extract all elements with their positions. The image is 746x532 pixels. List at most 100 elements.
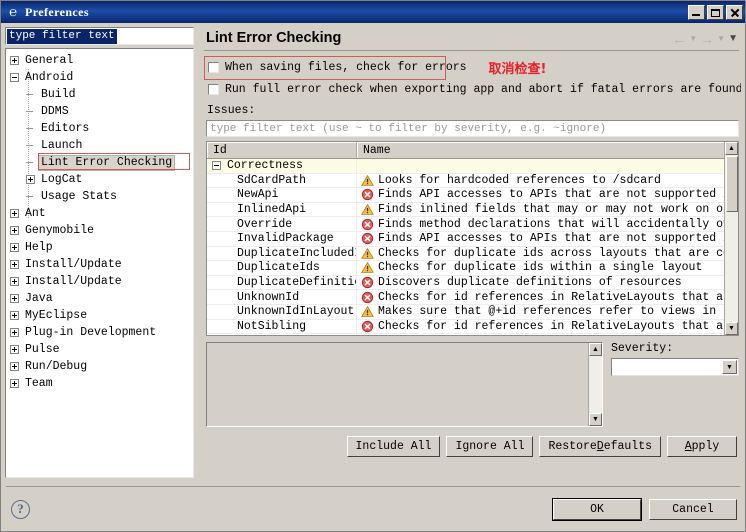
collapse-icon[interactable]: [212, 161, 221, 171]
sidebar-item-android[interactable]: Android: [6, 69, 193, 86]
maximize-icon[interactable]: [707, 4, 724, 20]
scroll-down-icon[interactable]: ▼: [725, 322, 738, 335]
sidebar-item-team[interactable]: Team: [6, 375, 193, 392]
checkbox-row-full-error-check[interactable]: Run full error check when exporting app …: [208, 80, 741, 98]
sidebar-item-logcat[interactable]: LogCat: [6, 171, 193, 188]
apply-button[interactable]: Apply: [667, 436, 737, 457]
checkbox-row-save-check[interactable]: When saving files, check for errors 取消检查…: [208, 58, 741, 77]
expand-icon[interactable]: [10, 243, 19, 252]
ok-button[interactable]: OK: [552, 497, 642, 521]
forward-arrow-icon[interactable]: →: [700, 32, 714, 46]
scrollbar-thumb[interactable]: [726, 156, 738, 212]
sidebar-item-ant[interactable]: Ant: [6, 205, 193, 222]
back-chevron-down-icon[interactable]: ▼: [689, 34, 697, 44]
sidebar-item-run-debug[interactable]: Run/Debug: [6, 358, 193, 375]
cell-id: NotSibling: [207, 319, 357, 334]
sidebar-item-help[interactable]: Help: [6, 239, 193, 256]
tree-leaf-connector: [26, 90, 35, 99]
expand-icon[interactable]: [10, 294, 19, 303]
issues-group-row[interactable]: Correctness: [207, 159, 738, 174]
collapse-icon[interactable]: [10, 73, 19, 82]
cell-name: Looks for hardcoded references to /sdcar…: [357, 174, 738, 188]
table-row[interactable]: DuplicateIncludedI Checks for duplicate i…: [207, 246, 738, 262]
expand-icon[interactable]: [10, 311, 19, 320]
help-icon[interactable]: ?: [11, 499, 30, 519]
preference-tree[interactable]: General Android Build DDMS Editors Launch Lint…: [5, 48, 194, 478]
page-nav-icons: ← ▼ → ▼ ▼: [672, 27, 741, 46]
issue-name: Finds method declarations that will acci…: [378, 217, 738, 231]
ignore-all-button[interactable]: Ignore All: [446, 436, 534, 457]
forward-chevron-down-icon[interactable]: ▼: [717, 34, 725, 44]
expand-icon[interactable]: [10, 226, 19, 235]
back-arrow-icon[interactable]: ←: [672, 32, 686, 46]
sidebar-item-usage-stats[interactable]: Usage Stats: [6, 188, 193, 205]
dialog-body: type filter text General Android Build DDMS…: [1, 23, 745, 478]
error-icon: [361, 218, 378, 231]
description-scroll-down-icon[interactable]: ▼: [589, 413, 602, 426]
cell-name: Finds API accesses to APIs that are not …: [357, 232, 738, 246]
sidebar-item-label: Pulse: [25, 342, 60, 356]
issue-id: InvalidPackage: [237, 232, 334, 246]
sidebar-item-install-update[interactable]: Install/Update: [6, 256, 193, 273]
expand-icon[interactable]: [10, 260, 19, 269]
expand-icon[interactable]: [10, 209, 19, 218]
warning-icon: [361, 261, 378, 274]
sidebar-item-plug-in-development[interactable]: Plug-in Development: [6, 324, 193, 341]
issue-name: Finds API accesses to APIs that are not …: [378, 232, 738, 246]
table-row[interactable]: NotSibling Checks for id references in Re…: [207, 319, 738, 335]
scroll-up-icon[interactable]: ▲: [725, 142, 738, 155]
table-row[interactable]: InlinedApi Finds inlined fields that may …: [207, 202, 738, 218]
expand-icon[interactable]: [10, 362, 19, 371]
severity-select[interactable]: ▼: [611, 358, 739, 376]
table-row[interactable]: SdCardPath Looks for hardcoded references…: [207, 173, 738, 189]
checkbox-label-when-saving-files: When saving files, check for errors: [225, 60, 467, 74]
expand-icon[interactable]: [10, 56, 19, 65]
expand-icon[interactable]: [10, 345, 19, 354]
checkbox-when-saving-files[interactable]: [208, 61, 219, 73]
cell-name: Discovers duplicate definitions of resou…: [357, 276, 738, 290]
table-row[interactable]: UnknownId Checks for id references in Rel…: [207, 290, 738, 305]
restore-defaults-button[interactable]: Restore Defaults: [539, 436, 661, 457]
expand-icon[interactable]: [10, 379, 19, 388]
sidebar-item-editors[interactable]: Editors: [6, 120, 193, 137]
warning-icon: [361, 247, 378, 260]
sidebar-item-launch[interactable]: Launch: [6, 137, 193, 154]
description-scrollbar[interactable]: ▲ ▼: [588, 343, 602, 426]
sidebar-item-install-update[interactable]: Install/Update: [6, 273, 193, 290]
restore-defaults-label-post: efaults: [603, 440, 652, 453]
issues-table-body[interactable]: Correctness SdCardPath Looks for hardcoded…: [207, 159, 738, 335]
sidebar-item-label: LogCat: [41, 172, 83, 186]
chevron-down-icon[interactable]: ▼: [722, 360, 737, 374]
table-row[interactable]: NewApi Finds API accesses to APIs that ar…: [207, 188, 738, 203]
sidebar-item-myeclipse[interactable]: MyEclipse: [6, 307, 193, 324]
table-row[interactable]: InvalidPackage Finds API accesses to APIs…: [207, 231, 738, 247]
close-icon[interactable]: [726, 4, 743, 20]
table-row[interactable]: DuplicateDefinitic Discovers duplicate de…: [207, 275, 738, 291]
sidebar-filter-input[interactable]: type filter text: [5, 27, 194, 45]
table-row[interactable]: DuplicateIds Checks for duplicate ids wit…: [207, 261, 738, 276]
cancel-button[interactable]: Cancel: [649, 498, 737, 520]
expand-icon[interactable]: [26, 175, 35, 184]
dialog-footer: ? OK Cancel: [1, 487, 745, 531]
sidebar-item-build[interactable]: Build: [6, 86, 193, 103]
issues-filter-input[interactable]: type filter text (use ~ to filter by sev…: [206, 120, 739, 137]
sidebar-item-pulse[interactable]: Pulse: [6, 341, 193, 358]
column-header-id[interactable]: Id: [207, 142, 357, 158]
view-menu-icon[interactable]: ▼: [728, 34, 738, 44]
checkbox-run-full-error-check[interactable]: [208, 83, 219, 95]
minimize-icon[interactable]: [688, 4, 705, 20]
sidebar-item-general[interactable]: General: [6, 52, 193, 69]
include-all-button[interactable]: Include All: [346, 436, 441, 457]
sidebar-item-java[interactable]: Java: [6, 290, 193, 307]
expand-icon[interactable]: [10, 328, 19, 337]
sidebar-item-genymobile[interactable]: Genymobile: [6, 222, 193, 239]
sidebar-item-ddms[interactable]: DDMS: [6, 103, 193, 120]
description-severity-row: ▲ ▼ Severity: ▼: [206, 342, 739, 427]
column-header-name[interactable]: Name: [357, 142, 738, 158]
description-scroll-up-icon[interactable]: ▲: [589, 343, 602, 356]
table-row[interactable]: UnknownIdInLayout Makes sure that @+id re…: [207, 304, 738, 320]
expand-icon[interactable]: [10, 277, 19, 286]
issues-scrollbar[interactable]: ▲ ▼: [724, 142, 738, 335]
sidebar-item-lint-error-checking[interactable]: Lint Error Checking: [6, 154, 193, 171]
table-row[interactable]: Override Finds method declarations that w…: [207, 217, 738, 232]
